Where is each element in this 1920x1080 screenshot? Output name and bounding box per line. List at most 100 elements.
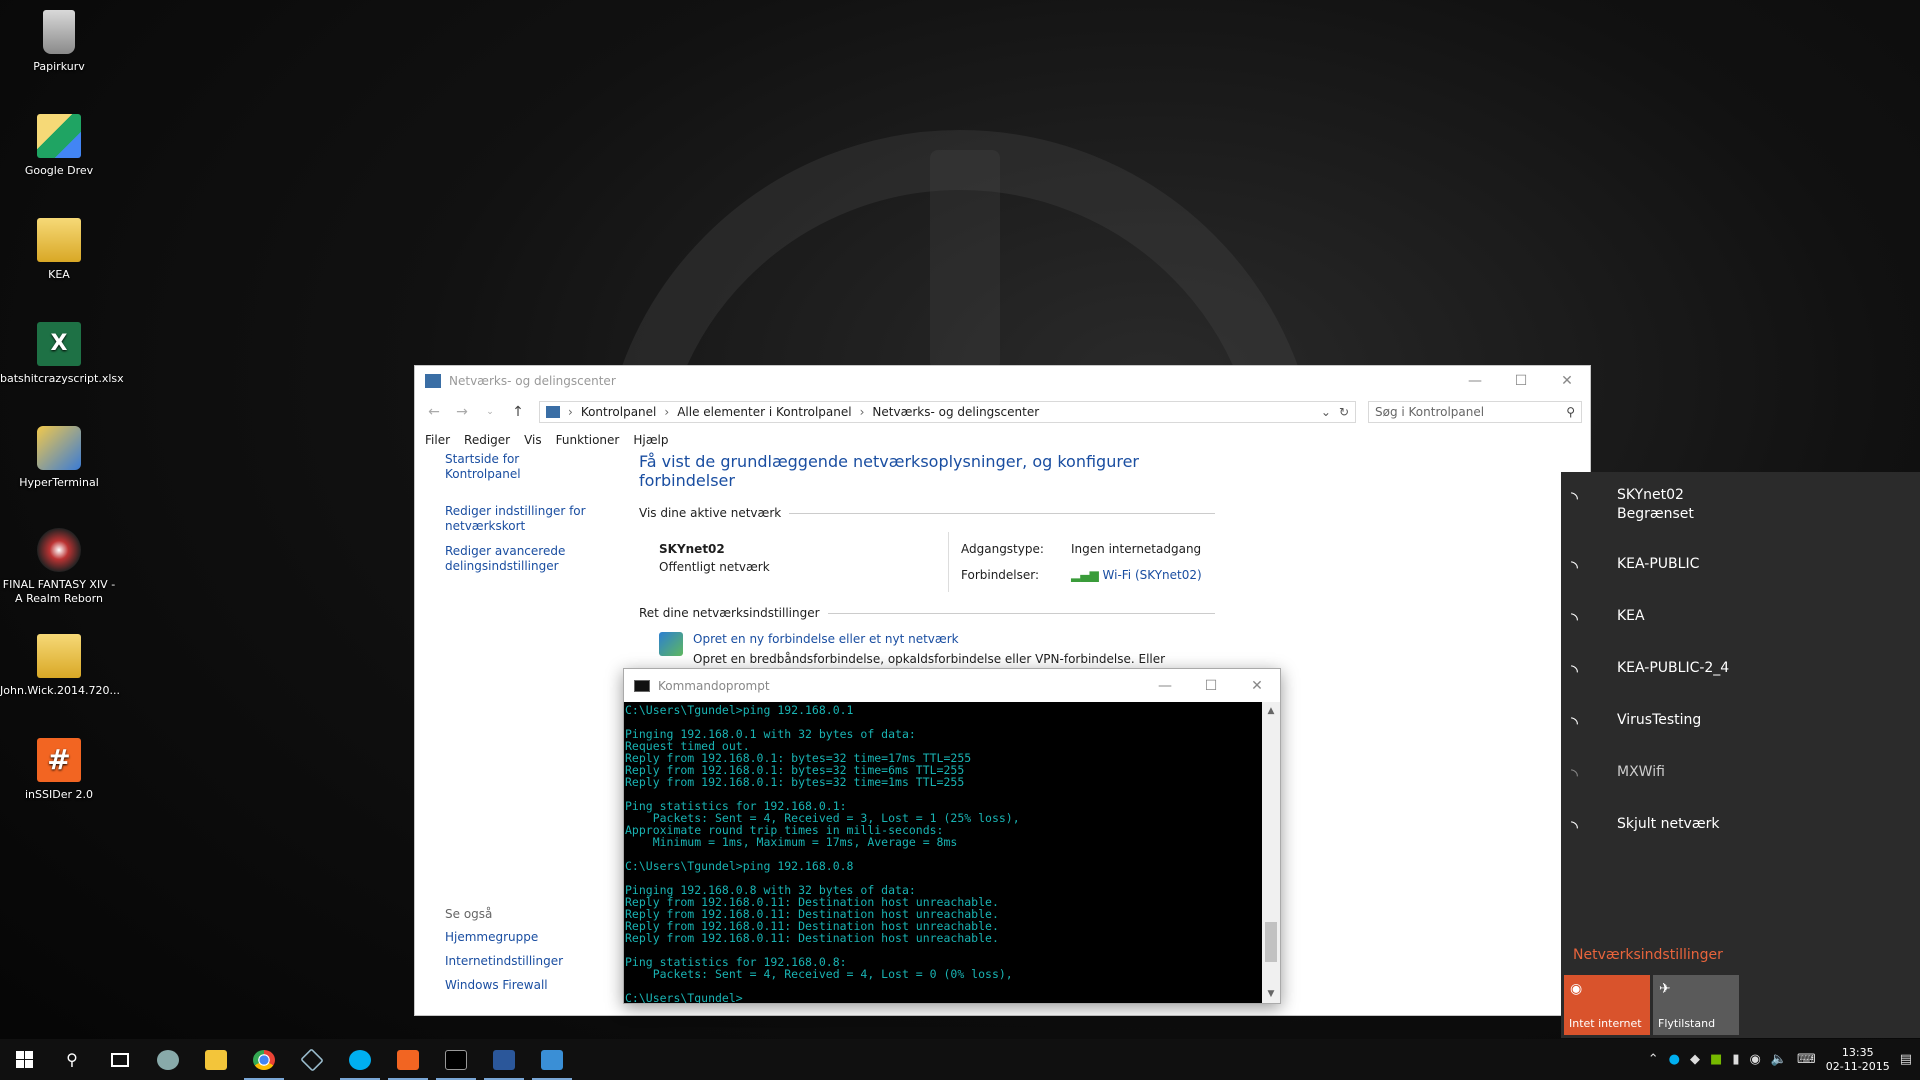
menu-view[interactable]: Vis [524, 433, 542, 447]
scroll-down-icon[interactable]: ▼ [1262, 989, 1280, 999]
menu-edit[interactable]: Rediger [464, 433, 510, 447]
inssider-icon [397, 1049, 419, 1070]
taskbar-file-explorer[interactable] [192, 1039, 240, 1080]
menu-help[interactable]: Hjælp [633, 433, 668, 447]
wifi-icon[interactable]: ◉ [1749, 1052, 1760, 1067]
desktop-icon-hyperterminal[interactable]: HyperTerminal [0, 426, 118, 490]
control-panel-icon [541, 1049, 563, 1070]
desktop-icon-recycle-bin[interactable]: Papirkurv [0, 10, 118, 74]
recent-dropdown-icon[interactable]: ⌄ [479, 407, 501, 417]
taskbar-skype[interactable] [336, 1039, 384, 1080]
network-settings-link[interactable]: Netværksindstillinger [1573, 947, 1723, 963]
cmd-output[interactable]: C:\Users\Tgundel>ping 192.168.0.1 Pinging… [624, 702, 1262, 1003]
folder-icon [37, 634, 81, 678]
desktop-icon-excel[interactable]: X batshitcrazyscript.xlsx [0, 322, 124, 386]
wifi-network-item[interactable]: ◝ KEA [1561, 590, 1920, 642]
maximize-button[interactable]: ☐ [1498, 366, 1544, 396]
virtualbox-icon [300, 1047, 324, 1072]
volume-icon[interactable]: 🔈 [1771, 1052, 1787, 1067]
taskbar-cmd[interactable] [432, 1039, 480, 1080]
desktop-icon-label: John.Wick.2014.720... [0, 684, 120, 697]
quick-tile-label: Flytilstand [1658, 1017, 1716, 1030]
quick-tile-airplane-mode[interactable]: ✈ Flytilstand [1653, 975, 1739, 1035]
recycle-bin-icon [43, 10, 75, 54]
desktop-icon-google-drive[interactable]: Google Drev [0, 114, 118, 178]
wifi-network-item[interactable]: ◝ VirusTesting [1561, 694, 1920, 746]
action-center-icon[interactable]: ▤ [1900, 1052, 1912, 1067]
forward-arrow-icon[interactable]: → [451, 404, 473, 420]
search-button[interactable]: ⚲ [48, 1039, 96, 1080]
breadcrumb-item[interactable]: Kontrolpanel [581, 405, 657, 419]
menu-file[interactable]: Filer [425, 433, 450, 447]
main-pane: Få vist de grundlæggende netværksoplysni… [639, 452, 1215, 682]
close-button[interactable]: ✕ [1234, 671, 1280, 701]
minimize-button[interactable]: — [1452, 366, 1498, 396]
skype-icon [349, 1049, 371, 1070]
window-titlebar[interactable]: Netværks- og delingscenter — ☐ ✕ [415, 366, 1590, 396]
wifi-network-item[interactable]: ◝ Skjult netværk [1561, 798, 1920, 850]
scroll-thumb[interactable] [1265, 922, 1277, 962]
word-icon [493, 1049, 515, 1070]
maximize-button[interactable]: ☐ [1188, 671, 1234, 701]
scroll-up-icon[interactable]: ▲ [1262, 706, 1280, 716]
taskbar-app[interactable] [144, 1039, 192, 1080]
taskbar-inssider[interactable] [384, 1039, 432, 1080]
link-control-panel-home[interactable]: Startside for Kontrolpanel [445, 452, 595, 482]
cmd-scrollbar[interactable]: ▲ ▼ [1262, 702, 1280, 1003]
close-button[interactable]: ✕ [1544, 366, 1590, 396]
cmd-titlebar[interactable]: Kommandoprompt — ☐ ✕ [624, 669, 1280, 702]
desktop-icon-john-wick[interactable]: John.Wick.2014.720... [0, 634, 120, 698]
show-hidden-icons-icon[interactable]: ⌃ [1648, 1052, 1659, 1067]
wifi-network-item[interactable]: ◝ KEA-PUBLIC [1561, 538, 1920, 590]
wifi-network-name: SKYnet02 [1617, 487, 1684, 503]
link-internet-options[interactable]: Internetindstillinger [445, 954, 563, 969]
refresh-icon[interactable]: ↻ [1339, 405, 1349, 419]
taskbar-chrome[interactable] [240, 1039, 288, 1080]
network-flyout: ◝ SKYnet02 Begrænset ◝ KEA-PUBLIC ◝ KEA ◝ KEA-PU… [1561, 472, 1920, 1038]
clock[interactable]: 13:35 02-11-2015 [1826, 1046, 1890, 1074]
task-view-button[interactable] [96, 1039, 144, 1080]
menu-tools[interactable]: Funktioner [556, 433, 620, 447]
link-windows-firewall[interactable]: Windows Firewall [445, 978, 563, 993]
breadcrumb-item[interactable]: Alle elementer i Kontrolpanel [677, 405, 851, 419]
desktop-icon-inssider[interactable]: # inSSIDer 2.0 [0, 738, 118, 802]
wifi-connection-link[interactable]: ▂▄▆ Wi-Fi (SKYnet02) [1071, 566, 1202, 592]
quick-tile-no-internet[interactable]: ◉ Intet internet [1564, 975, 1650, 1035]
keyboard-icon[interactable]: ⌨ [1797, 1052, 1816, 1067]
taskbar-control-panel[interactable] [528, 1039, 576, 1080]
wifi-network-item[interactable]: ◝ MXWifi [1561, 746, 1920, 798]
wifi-secured-icon: ◝ [1571, 765, 1578, 786]
airplane-icon: ✈ [1659, 981, 1671, 997]
desktop-icon-final-fantasy[interactable]: FINAL FANTASY XIV - A Realm Reborn [0, 528, 118, 606]
link-homegroup[interactable]: Hjemmegruppe [445, 930, 563, 945]
up-arrow-icon[interactable]: ↑ [507, 404, 529, 420]
link-adapter-settings[interactable]: Rediger indstillinger for netværkskort [445, 504, 595, 534]
start-button[interactable] [0, 1039, 48, 1080]
address-dropdown-icon[interactable]: ⌄ [1321, 405, 1331, 419]
wifi-network-item[interactable]: ◝ SKYnet02 Begrænset [1561, 472, 1920, 538]
network-type[interactable]: Offentligt netværk [659, 558, 948, 576]
taskbar-word[interactable] [480, 1039, 528, 1080]
dropbox-tray-icon[interactable]: ◆ [1690, 1052, 1700, 1067]
search-icon[interactable]: ⚲ [1566, 405, 1575, 419]
command-prompt-window[interactable]: Kommandoprompt — ☐ ✕ C:\Users\Tgundel>pi… [623, 668, 1281, 1004]
link-advanced-sharing[interactable]: Rediger avancerede delingsindstillinger [445, 544, 595, 574]
nvidia-tray-icon[interactable]: ■ [1710, 1052, 1722, 1067]
desktop-icon-kea[interactable]: KEA [0, 218, 118, 282]
skype-tray-icon[interactable]: ● [1669, 1052, 1680, 1067]
taskbar-virtualbox[interactable] [288, 1039, 336, 1080]
search-input[interactable]: Søg i Kontrolpanel ⚲ [1368, 401, 1582, 423]
minimize-button[interactable]: — [1142, 671, 1188, 701]
breadcrumb-item[interactable]: Netværks- og delingscenter [872, 405, 1039, 419]
address-bar[interactable]: › Kontrolpanel › Alle elementer i Kontro… [539, 401, 1356, 423]
battery-icon[interactable]: ▮ [1732, 1052, 1739, 1067]
desktop-icon-label: KEA [48, 268, 70, 281]
window-title: Netværks- og delingscenter [449, 374, 616, 388]
desktop-icon-label: Google Drev [24, 164, 94, 177]
wifi-network-name: VirusTesting [1617, 712, 1702, 728]
new-connection-link[interactable]: Opret en ny forbindelse eller et nyt net… [693, 632, 1215, 646]
wifi-network-name: MXWifi [1617, 764, 1665, 780]
wifi-network-item[interactable]: ◝ KEA-PUBLIC-2_4 [1561, 642, 1920, 694]
connections-label: Forbindelser: [961, 568, 1040, 582]
back-arrow-icon[interactable]: ← [423, 404, 445, 420]
